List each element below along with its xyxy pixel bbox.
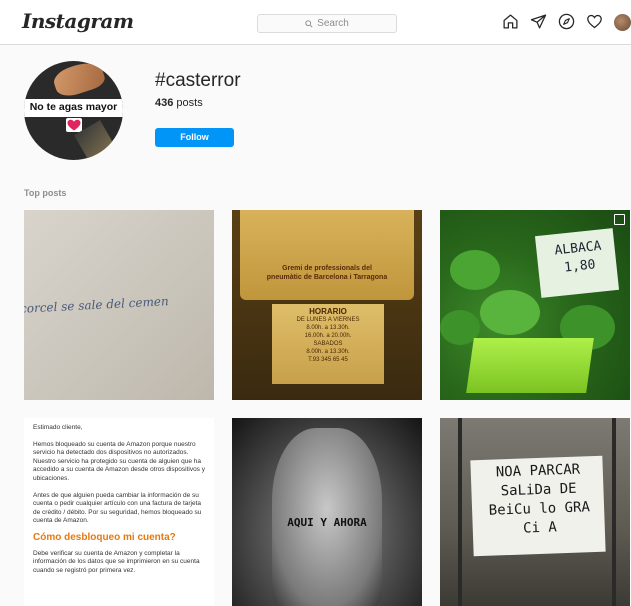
profile-avatar[interactable]	[614, 14, 631, 31]
leaf	[480, 290, 540, 335]
email-paragraph: Antes de que alguien pueda cambiar la in…	[33, 491, 202, 525]
instagram-logo[interactable]: Instagram	[22, 9, 134, 33]
explore-icon[interactable]	[558, 13, 575, 30]
schedule-line: 16.00h. a 20.00h.	[304, 333, 352, 339]
plate-line-1: Gremi de professionals del	[282, 265, 372, 272]
post-count: 436 posts	[155, 97, 203, 109]
search-placeholder: Search	[317, 18, 349, 29]
price-card-text: ALBACA 1,80	[540, 236, 617, 280]
heart-icon[interactable]	[586, 13, 603, 30]
post-tile-2[interactable]: Gremi de professionals del pneumàtic de …	[232, 210, 422, 400]
search-icon	[305, 19, 313, 28]
carousel-icon	[614, 214, 625, 225]
hashtag-title: #casterror	[155, 70, 241, 91]
post-tile-5[interactable]: AQUI Y AHORA	[232, 418, 422, 606]
post-tile-6[interactable]: NOA PARCAR SaLiDa DE BeiCu lo GRA Ci A	[440, 418, 630, 606]
post-tile-1[interactable]: corcel se sale del cemen	[24, 210, 214, 400]
tattoo-text: AQUI Y AHORA	[287, 516, 367, 529]
railing-bar	[612, 418, 616, 606]
email-greeting: Estimado cliente,	[33, 424, 83, 431]
leaf	[450, 250, 500, 290]
schedule-phone: T.93 345 65 45	[308, 357, 348, 363]
schedule-text: HORARIO DE LUNES A VIERNES 8.00h. a 13.3…	[272, 308, 384, 364]
post-tile-4[interactable]: Estimado cliente, Hemos bloqueado su cue…	[24, 418, 214, 606]
railing-bar	[458, 418, 462, 606]
hashtag-profile-picture: No te agas mayor	[24, 61, 123, 160]
schedule-line: 8.00h. a 13.30h.	[306, 349, 350, 355]
post-tile-3[interactable]: ALBACA 1,80	[440, 210, 630, 400]
home-icon[interactable]	[502, 13, 519, 30]
top-navigation-bar: Instagram Search	[0, 0, 631, 45]
follow-button[interactable]: Follow	[155, 128, 234, 147]
handwriting-text: corcel se sale del cemen	[24, 294, 170, 316]
top-posts-label: Top posts	[24, 188, 67, 198]
schedule-line: DE LUNES A VIERNES	[296, 317, 360, 323]
email-paragraph: Hemos bloqueado su cuenta de Amazon porq…	[33, 440, 205, 482]
post-count-number: 436	[155, 97, 174, 109]
heart-emoji-icon	[66, 118, 82, 132]
schedule-line: 8.00h. a 13.30h.	[306, 325, 350, 331]
email-heading: Cómo desbloqueo mi cuenta?	[33, 531, 176, 543]
plate-text: Gremi de professionals del pneumàtic de …	[240, 264, 414, 282]
plate-line-2: pneumàtic de Barcelona i Tarragona	[266, 274, 388, 281]
email-paragraph: Debe verificar su cuenta de Amazon y com…	[33, 549, 200, 574]
schedule-line: SABADOS	[313, 341, 343, 347]
green-pot	[466, 338, 594, 393]
brass-plate	[240, 210, 414, 300]
phishing-email: Estimado cliente, Hemos bloqueado su cue…	[33, 424, 208, 583]
profile-picture-caption: No te agas mayor	[29, 101, 118, 113]
arm-image	[50, 61, 108, 101]
post-count-suffix: posts	[173, 97, 203, 109]
direct-icon[interactable]	[530, 13, 547, 30]
search-input[interactable]: Search	[257, 14, 397, 33]
banner-text: NOA PARCAR SaLiDa DE BeiCu lo GRA Ci A	[473, 460, 606, 540]
schedule-title: HORARIO	[309, 307, 347, 316]
